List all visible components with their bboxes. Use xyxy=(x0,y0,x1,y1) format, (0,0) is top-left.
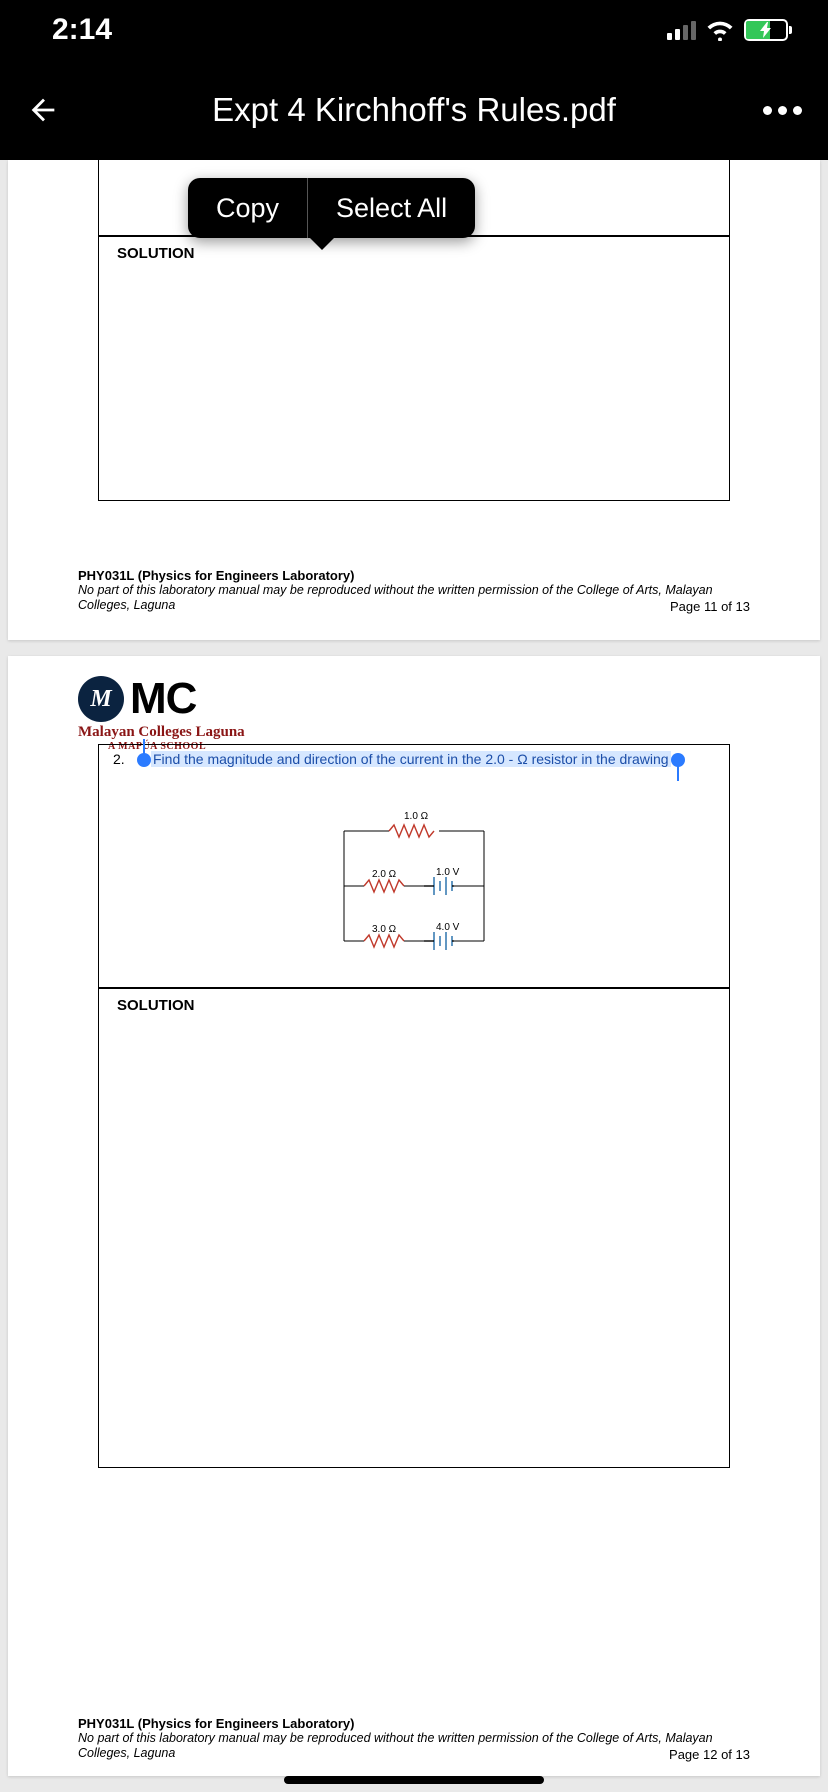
question-number: 2. xyxy=(113,751,127,768)
status-icons xyxy=(667,19,788,41)
page-title: Expt 4 Kirchhoff's Rules.pdf xyxy=(76,91,752,129)
footer-disclaimer: No part of this laboratory manual may be… xyxy=(78,583,750,614)
footer-course: PHY031L (Physics for Engineers Laborator… xyxy=(78,568,750,583)
status-bar: 2:14 xyxy=(0,0,828,60)
menu-caret-icon xyxy=(308,236,336,250)
battery-icon xyxy=(744,19,788,41)
status-time: 2:14 xyxy=(52,13,112,47)
nav-bar: Expt 4 Kirchhoff's Rules.pdf xyxy=(0,60,828,160)
selection-handle-end[interactable] xyxy=(671,753,685,767)
more-button[interactable] xyxy=(752,106,802,115)
question-box: 2. Find the magnitude and direction of t… xyxy=(98,744,730,988)
circuit-v2: 4.0 V xyxy=(436,922,460,933)
logo-badge: M xyxy=(78,676,124,722)
school-name-main: Malayan Colleges Laguna xyxy=(78,724,245,741)
circuit-v1: 1.0 V xyxy=(436,867,460,878)
cellular-icon xyxy=(667,21,696,40)
selection-handle-start[interactable] xyxy=(137,753,151,767)
circuit-r3: 3.0 Ω xyxy=(372,924,397,935)
pdf-viewport[interactable]: SOLUTION PHY031L (Physics for Engineers … xyxy=(0,160,828,1792)
home-indicator[interactable] xyxy=(284,1776,544,1784)
page-footer: PHY031L (Physics for Engineers Laborator… xyxy=(78,1716,750,1762)
question-text[interactable]: Find the magnitude and direction of the … xyxy=(137,751,685,768)
solution-label: SOLUTION xyxy=(117,245,195,262)
school-logo: M MC xyxy=(78,674,196,724)
select-all-menu-item[interactable]: Select All xyxy=(308,193,475,224)
circuit-r2: 2.0 Ω xyxy=(372,869,397,880)
wifi-icon xyxy=(706,19,734,41)
logo-text: MC xyxy=(130,674,196,724)
solution-label: SOLUTION xyxy=(117,997,195,1014)
back-button[interactable] xyxy=(26,93,76,127)
footer-page-number: Page 11 of 13 xyxy=(670,599,750,614)
footer-course: PHY031L (Physics for Engineers Laborator… xyxy=(78,1716,750,1731)
question-row: 2. Find the magnitude and direction of t… xyxy=(99,745,729,770)
circuit-diagram: 1.0 Ω 2.0 Ω 3.0 Ω 1.0 V 4.0 V xyxy=(304,801,524,971)
solution-box: SOLUTION xyxy=(98,988,730,1468)
footer-disclaimer: No part of this laboratory manual may be… xyxy=(78,1731,750,1762)
page-footer: PHY031L (Physics for Engineers Laborator… xyxy=(78,568,750,614)
text-context-menu: Copy Select All xyxy=(188,178,475,238)
pdf-page-12: M MC Malayan Colleges Laguna A MAPÚA SCH… xyxy=(8,656,820,1776)
selected-text[interactable]: Find the magnitude and direction of the … xyxy=(151,751,671,767)
circuit-r1: 1.0 Ω xyxy=(404,811,429,822)
solution-box: SOLUTION xyxy=(98,236,730,501)
copy-menu-item[interactable]: Copy xyxy=(188,193,307,224)
footer-page-number: Page 12 of 13 xyxy=(669,1747,750,1762)
